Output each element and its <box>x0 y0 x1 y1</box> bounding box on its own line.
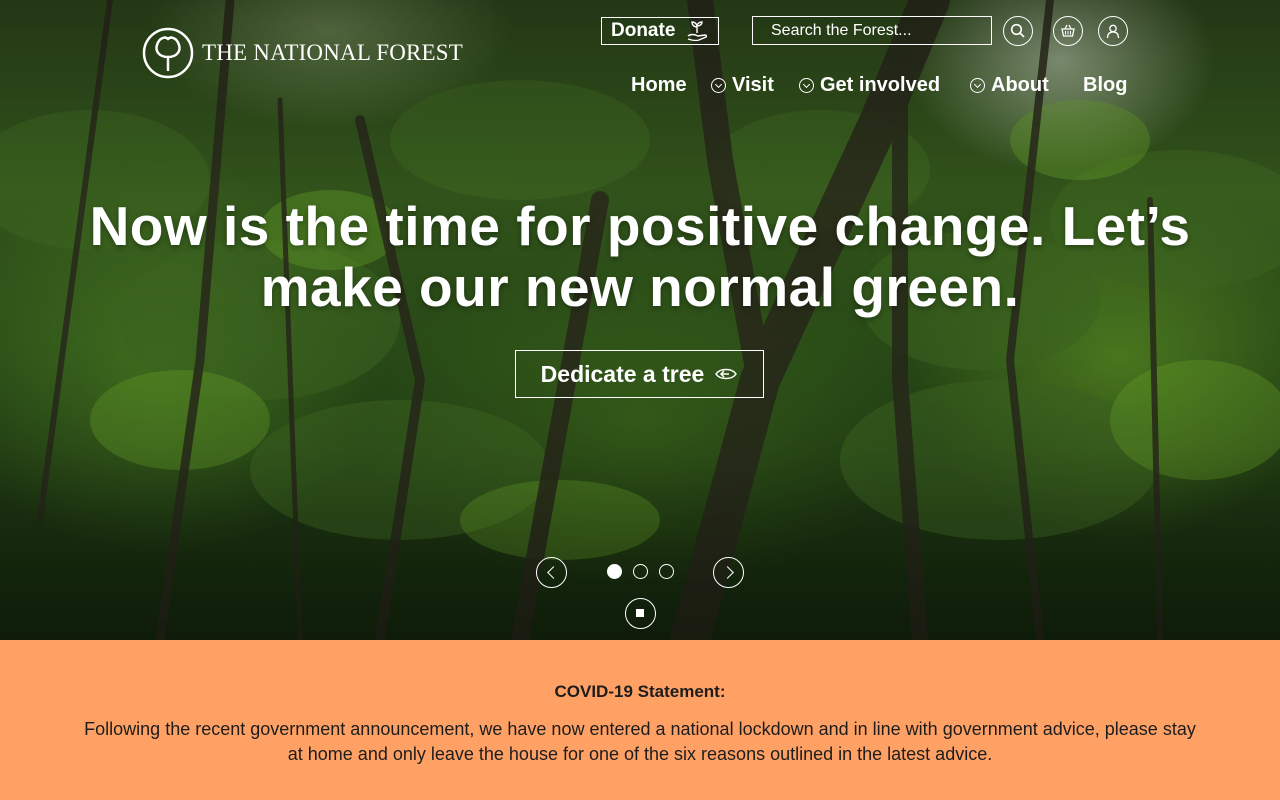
account-button[interactable] <box>1098 16 1128 46</box>
carousel-prev-button[interactable] <box>536 557 567 588</box>
nav-item-label: Get involved <box>820 74 941 96</box>
search-icon <box>1010 23 1025 38</box>
donate-button[interactable]: Donate <box>601 17 719 45</box>
headline-line-2: make our new normal green. <box>260 256 1020 318</box>
nav-item-get-involved[interactable]: Get involved <box>799 74 940 97</box>
nav-item-visit[interactable]: Visit <box>711 74 774 97</box>
covid-statement-banner: COVID-19 Statement: Following the recent… <box>0 640 1280 800</box>
search-input[interactable] <box>752 16 992 45</box>
site-name: THE NATIONAL FOREST <box>202 40 464 65</box>
hero-headline: Now is the time for positive change. Let… <box>60 196 1220 318</box>
user-icon <box>1106 24 1120 39</box>
search-button[interactable] <box>1003 16 1033 46</box>
tree-logo-icon <box>142 27 194 79</box>
arrow-eye-icon <box>715 368 738 380</box>
basket-button[interactable] <box>1053 16 1083 46</box>
nav-item-label: Blog <box>1083 74 1128 96</box>
cta-label: Dedicate a tree <box>540 360 705 387</box>
nav-item-label: Visit <box>732 74 774 96</box>
nav-item-label: Home <box>631 74 687 96</box>
headline-line-1: Now is the time for positive change. Let… <box>89 195 1191 257</box>
basket-icon <box>1061 24 1075 37</box>
site-logo[interactable]: THE NATIONAL FOREST <box>142 27 463 79</box>
carousel-pause-button[interactable] <box>625 598 656 629</box>
carousel-dot-3[interactable] <box>659 564 674 579</box>
nav-item-blog[interactable]: Blog <box>1083 74 1127 97</box>
chevron-down-icon <box>711 78 726 93</box>
nav-item-about[interactable]: About <box>970 74 1049 97</box>
nav-item-label: About <box>991 74 1049 96</box>
covid-body: Following the recent government announce… <box>84 719 1196 764</box>
hero-banner: THE NATIONAL FOREST Donate Home <box>0 0 1280 640</box>
chevron-down-icon <box>970 78 985 93</box>
seedling-hand-icon <box>687 21 708 42</box>
donate-label: Donate <box>611 20 676 41</box>
covid-title: COVID-19 Statement: <box>554 682 726 701</box>
carousel-next-button[interactable] <box>713 557 744 588</box>
chevron-down-icon <box>799 78 814 93</box>
nav-item-home[interactable]: Home <box>631 74 687 97</box>
dedicate-tree-button[interactable]: Dedicate a tree <box>515 350 764 398</box>
carousel-dot-1[interactable] <box>607 564 622 579</box>
carousel-dot-2[interactable] <box>633 564 648 579</box>
